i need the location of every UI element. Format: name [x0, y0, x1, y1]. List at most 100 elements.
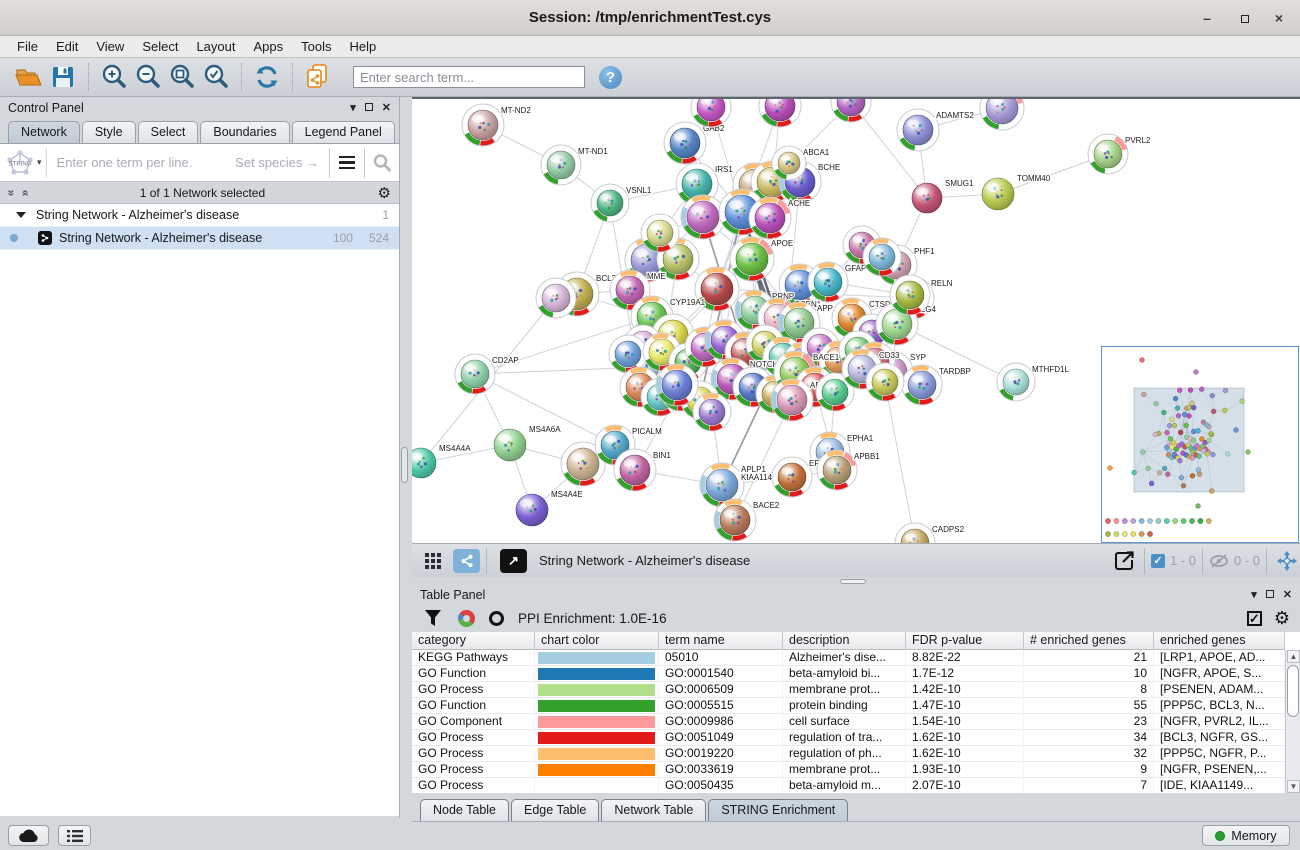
- network-node[interactable]: CADPS2: [895, 523, 965, 543]
- tab-style[interactable]: Style: [82, 121, 136, 143]
- scroll-up-arrow[interactable]: ▲: [1287, 650, 1300, 663]
- grid-view-button[interactable]: [419, 549, 446, 573]
- table-row[interactable]: GO FunctionGO:0001540beta-amyloid bi...1…: [412, 666, 1285, 682]
- network-node[interactable]: ADAMTS2: [897, 109, 974, 151]
- tab-network-table[interactable]: Network Table: [601, 799, 706, 821]
- help-button[interactable]: ?: [599, 66, 622, 89]
- tab-boundaries[interactable]: Boundaries: [200, 121, 289, 143]
- maximize-button[interactable]: [1236, 10, 1254, 26]
- column-header-term-name[interactable]: term name: [659, 632, 783, 650]
- network-node[interactable]: GFAP: [808, 262, 866, 302]
- cloud-tasks-button[interactable]: [8, 825, 49, 846]
- collapse-all-icon[interactable]: »: [6, 189, 16, 196]
- minimize-button[interactable]: –: [1198, 10, 1216, 26]
- string-query-placeholder[interactable]: Enter one term per line.: [57, 155, 236, 170]
- table-row[interactable]: GO ProcessGO:0019220regulation of ph...1…: [412, 746, 1285, 762]
- network-node[interactable]: CD2AP: [455, 354, 519, 394]
- eye-slash-icon[interactable]: [1209, 554, 1229, 568]
- network-node[interactable]: [691, 99, 731, 127]
- title-bar[interactable]: Session: /tmp/enrichmentTest.cys – ×: [0, 0, 1300, 36]
- network-node[interactable]: APBB1: [817, 450, 880, 490]
- panel-menu-caret[interactable]: ▾: [1251, 588, 1257, 601]
- save-session-button[interactable]: [46, 61, 80, 93]
- tab-node-table[interactable]: Node Table: [420, 799, 509, 821]
- string-search-button[interactable]: [365, 146, 399, 180]
- column-header-FDR-p-value[interactable]: FDR p-value: [906, 632, 1024, 650]
- scroll-down-arrow[interactable]: ▼: [1287, 780, 1300, 793]
- birdseye-toggle-button[interactable]: ↗: [500, 549, 527, 573]
- filter-icon[interactable]: [422, 607, 444, 629]
- tab-select[interactable]: Select: [138, 121, 199, 143]
- network-node[interactable]: ACHE: [749, 197, 810, 239]
- column-header--enriched-genes[interactable]: # enriched genes: [1024, 632, 1154, 650]
- remove-chart-icon[interactable]: [489, 611, 504, 626]
- network-node[interactable]: [831, 99, 871, 122]
- memory-button[interactable]: Memory: [1202, 825, 1290, 846]
- menu-file[interactable]: File: [8, 36, 47, 58]
- column-header-category[interactable]: category: [412, 632, 535, 650]
- network-node[interactable]: [656, 364, 698, 406]
- menu-apps[interactable]: Apps: [245, 36, 293, 58]
- string-source-caret[interactable]: ▾: [37, 157, 42, 168]
- network-node[interactable]: [890, 275, 930, 315]
- network-node[interactable]: BACE2: [714, 499, 780, 541]
- column-header-enriched-genes[interactable]: enriched genes: [1154, 632, 1285, 650]
- export-view-button[interactable]: [1111, 549, 1138, 573]
- menu-edit[interactable]: Edit: [47, 36, 87, 58]
- column-header-chart-color[interactable]: chart color: [535, 632, 659, 650]
- network-node[interactable]: MS4A4A: [412, 444, 471, 478]
- panel-close-button[interactable]: ✕: [382, 101, 391, 114]
- menu-view[interactable]: View: [87, 36, 133, 58]
- table-row[interactable]: GO ComponentGO:0009986cell surface1.54E-…: [412, 714, 1285, 730]
- tab-legend-panel[interactable]: Legend Panel: [292, 121, 395, 143]
- tab-network[interactable]: Network: [8, 121, 80, 143]
- tree-expand-caret[interactable]: [16, 212, 26, 218]
- network-node[interactable]: MT-ND2: [462, 104, 531, 146]
- task-history-button[interactable]: [58, 825, 91, 846]
- open-session-button[interactable]: [12, 61, 46, 93]
- network-node[interactable]: TARDBP: [902, 365, 971, 405]
- network-collection-row[interactable]: String Network - Alzheimer's disease 1: [0, 204, 399, 227]
- network-node[interactable]: [980, 99, 1024, 130]
- menu-layout[interactable]: Layout: [187, 36, 244, 58]
- table-scrollbar[interactable]: ▲ ▼: [1285, 650, 1300, 793]
- import-network-button[interactable]: [301, 61, 335, 93]
- gear-icon[interactable]: ⚙: [378, 184, 391, 202]
- network-node[interactable]: [536, 278, 576, 318]
- close-button[interactable]: ×: [1270, 10, 1288, 26]
- table-row[interactable]: GO ProcessGO:0050435beta-amyloid m...2.0…: [412, 778, 1285, 793]
- string-view-button[interactable]: [453, 549, 480, 573]
- menu-select[interactable]: Select: [133, 36, 187, 58]
- table-row[interactable]: GO ProcessGO:0006509membrane prot...1.42…: [412, 682, 1285, 698]
- zoom-selected-button[interactable]: [199, 61, 233, 93]
- string-logo[interactable]: STRING: [3, 146, 37, 180]
- network-node[interactable]: MS4A4E: [516, 490, 583, 526]
- panel-menu-caret[interactable]: ▾: [350, 101, 356, 114]
- network-node[interactable]: [641, 214, 679, 252]
- birdseye-view[interactable]: [1101, 346, 1299, 543]
- species-hint[interactable]: Set species →: [235, 155, 319, 170]
- network-node[interactable]: MTHFD1L: [997, 363, 1069, 401]
- expand-all-icon[interactable]: »: [19, 189, 29, 196]
- network-row-selected[interactable]: String Network - Alzheimer's disease 100…: [0, 227, 399, 250]
- zoom-fit-button[interactable]: [165, 61, 199, 93]
- enrichment-settings-gear[interactable]: ⚙: [1274, 608, 1290, 629]
- menu-tools[interactable]: Tools: [292, 36, 340, 58]
- table-row[interactable]: GO FunctionGO:0005515protein binding1.47…: [412, 698, 1285, 714]
- zoom-in-button[interactable]: [97, 61, 131, 93]
- network-node[interactable]: BIN1: [614, 449, 671, 491]
- column-header-description[interactable]: description: [783, 632, 906, 650]
- pan-tool-button[interactable]: [1273, 549, 1300, 573]
- splitter-grip[interactable]: [840, 579, 866, 584]
- select-columns-icon[interactable]: ✓: [1247, 611, 1262, 626]
- scroll-thumb[interactable]: [1287, 665, 1299, 717]
- network-node[interactable]: GAB2: [664, 122, 725, 164]
- menu-help[interactable]: Help: [341, 36, 386, 58]
- network-node[interactable]: VSNL1: [591, 184, 652, 222]
- panel-close-button[interactable]: ✕: [1283, 588, 1292, 601]
- splitter-handle[interactable]: [401, 447, 408, 483]
- network-node[interactable]: [866, 363, 904, 401]
- table-row[interactable]: KEGG Pathways05010Alzheimer's dise...8.8…: [412, 650, 1285, 666]
- network-node[interactable]: [863, 238, 901, 276]
- network-node[interactable]: TOMM40: [982, 174, 1051, 210]
